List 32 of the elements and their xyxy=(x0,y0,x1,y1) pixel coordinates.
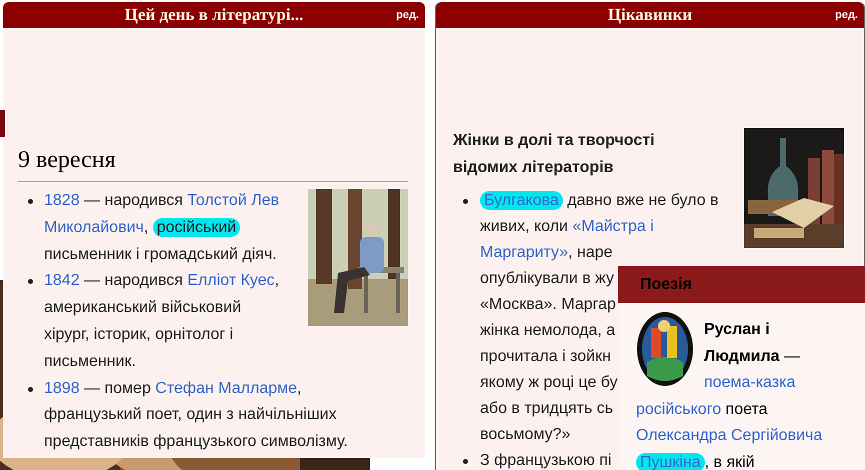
link[interactable]: Олександра Сергійовича xyxy=(636,427,822,444)
edit-link[interactable]: ред. xyxy=(835,9,858,21)
list-item: 1898 — помер Стефан Малларме, французький поет, один з найчільніших представників французького символізму. xyxy=(44,378,348,452)
link[interactable]: російського xyxy=(636,400,722,418)
edit-link[interactable]: ред. xyxy=(396,9,419,21)
bullet-icon xyxy=(28,199,33,204)
list-item: З французькою пі xyxy=(480,451,612,470)
list-item: 1828 — народився Толстой Лев Миколайович, російський письменник і громадський діяч. xyxy=(44,191,280,265)
bullet-icon xyxy=(463,458,468,464)
link[interactable]: 1898 xyxy=(44,380,80,397)
bullet-icon xyxy=(463,198,468,204)
bullet-icon xyxy=(28,386,33,392)
paragraph: Руслан і Людмила — поема-казка xyxy=(704,320,800,393)
panel-edge xyxy=(0,110,5,137)
section-header: Поезія xyxy=(618,266,865,303)
link[interactable]: Стефан Малларме xyxy=(155,380,298,397)
link[interactable]: Елліот Куес xyxy=(187,272,275,290)
link[interactable]: 1842 xyxy=(44,272,80,290)
link[interactable]: поема-казка xyxy=(704,374,796,391)
panel-title: Цікавинки xyxy=(608,5,692,25)
panel-title: Цей день в літературі... xyxy=(124,5,304,25)
link[interactable]: Миколайович xyxy=(44,218,144,236)
link[interactable]: Булгакова xyxy=(480,191,563,210)
bullet-icon xyxy=(28,279,33,284)
link[interactable]: Маргариту» xyxy=(480,244,568,261)
link[interactable]: Толстой Лев xyxy=(187,192,280,209)
paragraph: російського поета Олександра Сергійовича Пушкіна , в якій xyxy=(636,400,824,470)
list-item: 1842 — народився Елліот Куес, американський військовий хірург, історик, орнітолог і письменник. xyxy=(44,271,280,372)
date-heading: 9 вересня xyxy=(18,145,408,182)
link[interactable]: Пушкіна xyxy=(636,452,705,470)
link[interactable]: «Майстра і xyxy=(572,218,654,235)
link[interactable]: 1828 xyxy=(44,192,80,209)
